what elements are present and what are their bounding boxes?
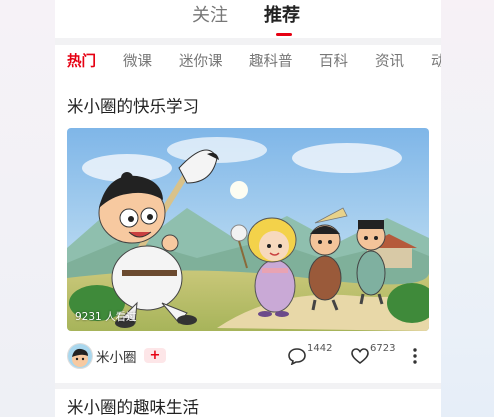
feed-panel: 关注 推荐 热门 微课 迷你课 趣科普 百科 资讯 动 米小圈的快乐学习 923… [55,0,441,417]
category-microclass[interactable]: 微课 [123,52,152,72]
divider [55,383,441,389]
active-tab-indicator [276,33,292,36]
more-icon[interactable] [412,347,418,365]
category-encyclopedia[interactable]: 百科 [319,52,348,72]
card-footer: 米小圈 + 1442 6723 [55,341,441,369]
avatar-image [68,344,92,368]
category-fun-science[interactable]: 趣科普 [249,52,293,72]
category-animation[interactable]: 动 [431,52,441,72]
video-thumbnail[interactable]: 9231 人看过 [67,128,429,331]
right-background [440,0,494,417]
like-count: 6723 [370,343,396,354]
tab-follow[interactable]: 关注 [192,4,228,28]
top-tab-bar: 关注 推荐 [55,0,441,36]
category-hot[interactable]: 热门 [67,52,96,72]
comment-icon[interactable] [287,347,307,365]
category-mini-class[interactable]: 迷你课 [179,52,223,72]
author-name[interactable]: 米小圈 [96,346,137,366]
comment-count: 1442 [307,343,333,354]
card-title[interactable]: 米小圈的快乐学习 [67,96,199,118]
tab-recommend[interactable]: 推荐 [264,4,300,28]
left-background [0,0,56,417]
next-card-title[interactable]: 米小圈的趣味生活 [67,397,199,417]
divider [55,38,441,45]
cartoon-illustration [67,128,429,331]
heart-icon[interactable] [350,347,370,365]
avatar[interactable] [67,343,93,369]
view-count: 9231 人看过 [75,311,137,323]
category-bar: 热门 微课 迷你课 趣科普 百科 资讯 动 [55,46,441,78]
category-news[interactable]: 资讯 [375,52,404,72]
follow-button[interactable]: + [144,348,166,363]
